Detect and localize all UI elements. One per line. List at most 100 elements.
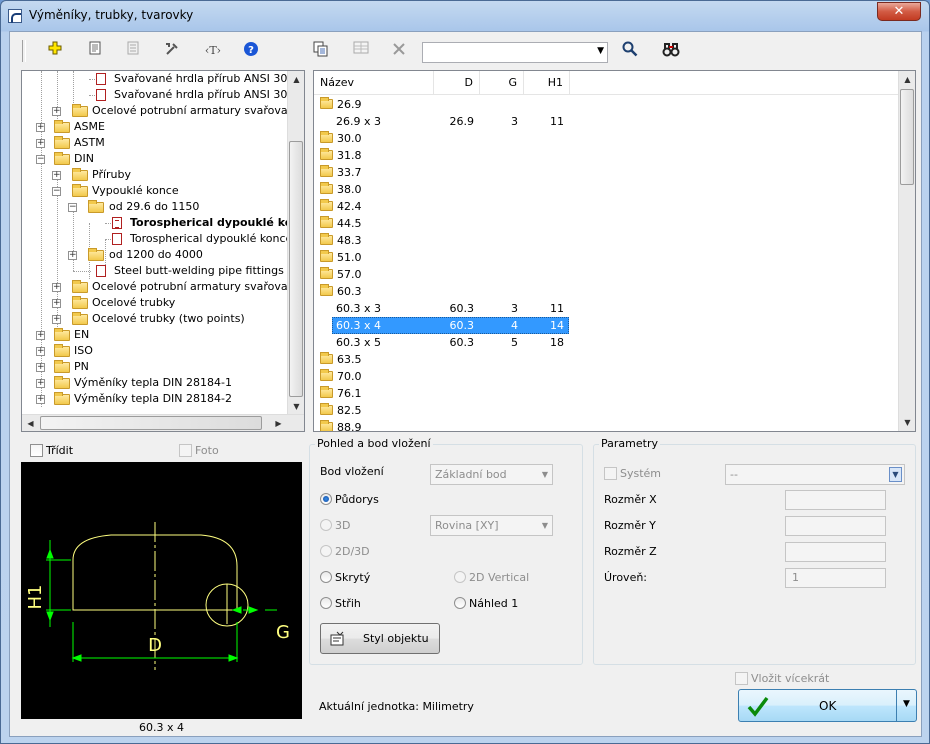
tree-item[interactable]: Steel butt-welding pipe fittings DIN 261	[22, 263, 304, 279]
system-checkbox[interactable]: Systém	[604, 466, 661, 480]
radio-2d-vertical[interactable]: 2D Vertical	[454, 570, 529, 584]
list-row[interactable]: 57.0	[314, 266, 900, 283]
list-row[interactable]: 60.3 x 5 60.3 5 18	[314, 334, 900, 351]
photo-checkbox-box[interactable]	[179, 443, 192, 457]
tree-item[interactable]: + PN	[22, 359, 292, 375]
tree-item[interactable]: + Ocelové trubky (two points)	[22, 311, 292, 327]
edit-icon[interactable]	[84, 41, 106, 61]
dimension-x-field[interactable]	[785, 490, 886, 510]
properties-icon[interactable]	[122, 41, 144, 61]
tree-item[interactable]: − DIN	[22, 151, 292, 167]
tree-item[interactable]: Svařované hrdla přírub ANSI 300lb/sq.i	[22, 87, 304, 103]
toolbar-grip[interactable]	[22, 40, 26, 62]
dimension-z-field[interactable]	[785, 542, 886, 562]
scroll-up-icon[interactable]: ▲	[288, 71, 304, 88]
list-row[interactable]: 82.5	[314, 402, 900, 419]
tree-item[interactable]: + Příruby	[22, 167, 292, 183]
sort-checkbox-box[interactable]	[30, 443, 43, 457]
tree-item[interactable]: − od 29.6 do 1150	[22, 199, 292, 215]
tree-item[interactable]: + ASTM	[22, 135, 292, 151]
list-row[interactable]: 60.3 x 3 60.3 3 11	[314, 300, 900, 317]
tree-vertical-scrollbar[interactable]: ▲ ▼	[287, 71, 304, 415]
photo-checkbox[interactable]: Foto	[179, 443, 219, 457]
insert-many-checkbox[interactable]: Vložit vícekrát	[735, 671, 829, 685]
tree-item-selected[interactable]: Torospherical dypouklé konce	[22, 215, 304, 231]
tree-item[interactable]: + Výměníky tepla DIN 28184-2	[22, 391, 292, 407]
scroll-down-icon[interactable]: ▼	[288, 398, 304, 415]
search-icon[interactable]	[619, 41, 641, 61]
list-row[interactable]: 60.3 x 4 60.3 4 14	[314, 317, 900, 334]
list-row[interactable]: 30.0	[314, 130, 900, 147]
add-icon[interactable]	[44, 41, 66, 61]
radio-nahled[interactable]: Náhled 1	[454, 596, 518, 610]
tree-item[interactable]: + Výměníky tepla DIN 28184-1	[22, 375, 292, 391]
tree-item[interactable]: + ASME	[22, 119, 292, 135]
tree-item[interactable]: − Vypouklé konce	[22, 183, 292, 199]
text-template-icon[interactable]: ‹T›	[200, 41, 226, 61]
scroll-thumb[interactable]	[40, 416, 262, 430]
scroll-down-icon[interactable]: ▼	[899, 414, 915, 431]
radio-3d[interactable]: 3D	[320, 518, 350, 532]
object-style-button[interactable]: Styl objektu	[320, 623, 440, 654]
copy-icon[interactable]	[310, 41, 332, 61]
scroll-right-icon[interactable]: ▶	[270, 415, 287, 431]
close-button[interactable]: ✕	[877, 2, 921, 21]
list-row[interactable]: 26.9	[314, 96, 900, 113]
plane-select[interactable]: Rovina [XY] ▼	[430, 515, 553, 536]
binoculars-icon[interactable]	[660, 41, 682, 61]
tree-item[interactable]: Svařované hrdla přírub ANSI 300lb/sq.i	[22, 71, 304, 87]
list-row[interactable]: 63.5	[314, 351, 900, 368]
column-header-g[interactable]: G	[480, 71, 524, 95]
list-row[interactable]: 33.7	[314, 164, 900, 181]
list-row[interactable]: 48.3	[314, 232, 900, 249]
system-select[interactable]: -- ▼	[725, 464, 905, 485]
scroll-up-icon[interactable]: ▲	[899, 71, 915, 88]
tree-item[interactable]: + Ocelové trubky	[22, 295, 292, 311]
list-row[interactable]: 26.9 x 3 26.9 3 11	[314, 113, 900, 130]
tree-item[interactable]: +Ocelové potrubní armatury svařované na …	[22, 103, 304, 119]
tree-item[interactable]: + EN	[22, 327, 292, 343]
search-combo[interactable]: ▼	[422, 42, 608, 63]
sort-checkbox[interactable]: Třídit	[30, 443, 73, 457]
list-row[interactable]: 44.5	[314, 215, 900, 232]
radio-strih[interactable]: Střih	[320, 596, 361, 610]
title-bar[interactable]: Výměníky, trubky, tvarovky ✕	[1, 1, 929, 31]
list-row[interactable]: 51.0	[314, 249, 900, 266]
tree-item[interactable]: + od 1200 do 4000	[22, 247, 292, 263]
list-row[interactable]: 76.1	[314, 385, 900, 402]
chevron-down-icon[interactable]: ▼	[896, 690, 916, 721]
list-row[interactable]: 70.0	[314, 368, 900, 385]
level-field[interactable]: 1	[785, 568, 886, 588]
tree-item[interactable]: Torospherical dypouklé konce DIN 2	[22, 231, 304, 247]
column-header-d[interactable]: D	[434, 71, 480, 95]
tree-horizontal-scrollbar[interactable]: ◀ ▶	[22, 414, 304, 431]
list-row[interactable]: 38.0	[314, 181, 900, 198]
list-row[interactable]: 60.3	[314, 283, 900, 300]
list-row[interactable]: 42.4	[314, 198, 900, 215]
radio-skryty[interactable]: Skrytý	[320, 570, 370, 584]
chevron-down-icon[interactable]: ▼	[597, 46, 604, 56]
category-tree[interactable]: Svařované hrdla přírub ANSI 300lb/sq.i S…	[21, 70, 305, 432]
radio-pudorys[interactable]: Půdorys	[320, 492, 379, 506]
item-list[interactable]: Název D G H1 26.9 26.9 x 3 26.9 3 11 30.0 31.8…	[313, 70, 916, 432]
cell-name: 48.3	[337, 234, 362, 247]
help-icon[interactable]: ?	[240, 41, 262, 61]
dimension-y-field[interactable]	[785, 516, 886, 536]
tree-item[interactable]: +Ocelové potrubní armatury svařované na …	[22, 279, 304, 295]
chevron-down-icon[interactable]: ▼	[889, 467, 902, 482]
ok-button[interactable]: OK ▼	[738, 689, 917, 722]
column-header-h1[interactable]: H1	[524, 71, 570, 95]
column-header-name[interactable]: Název	[314, 71, 434, 95]
tools-icon[interactable]	[161, 41, 183, 61]
tree-item[interactable]: + ISO	[22, 343, 292, 359]
scroll-thumb[interactable]	[900, 89, 914, 185]
radio-2d3d[interactable]: 2D/3D	[320, 544, 370, 558]
scroll-thumb[interactable]	[289, 141, 303, 397]
list-row[interactable]: 88.9	[314, 419, 900, 431]
scroll-left-icon[interactable]: ◀	[22, 415, 39, 431]
insert-point-select[interactable]: Základní bod ▼	[430, 464, 553, 485]
delete-icon[interactable]	[388, 41, 410, 61]
list-row[interactable]: 31.8	[314, 147, 900, 164]
list-vertical-scrollbar[interactable]: ▲ ▼	[898, 71, 915, 431]
table-icon[interactable]	[350, 41, 372, 61]
